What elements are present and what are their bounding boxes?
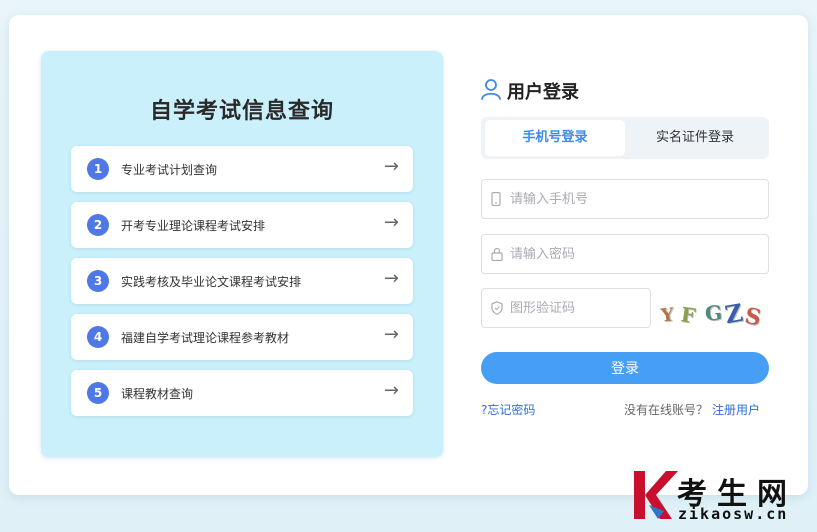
site-watermark: 考生网 zikaosw.cn bbox=[632, 467, 812, 527]
item-number-badge: 2 bbox=[87, 214, 109, 236]
login-title: 用户登录 bbox=[507, 82, 579, 103]
tab-phone-login[interactable]: 手机号登录 bbox=[485, 120, 625, 156]
captcha-glyph: Z bbox=[722, 297, 745, 330]
captcha-glyph: S bbox=[742, 302, 764, 332]
captcha-glyph: G bbox=[704, 300, 723, 326]
shield-icon bbox=[491, 301, 503, 315]
query-item-label: 课程教材查询 bbox=[121, 387, 194, 401]
password-input[interactable] bbox=[510, 235, 762, 273]
phone-field bbox=[481, 179, 769, 219]
query-item-label: 开考专业理论课程考试安排 bbox=[121, 219, 266, 233]
query-item-label: 实践考核及毕业论文课程考试安排 bbox=[121, 275, 302, 289]
watermark-url: zikaosw.cn bbox=[678, 505, 789, 523]
query-item-practice-thesis[interactable]: 3 实践考核及毕业论文课程考试安排 → bbox=[71, 258, 413, 304]
password-field bbox=[481, 234, 769, 274]
captcha-image[interactable]: YFGZS bbox=[657, 295, 769, 335]
query-panel-title: 自学考试信息查询 bbox=[149, 99, 334, 124]
tab-idcard-login[interactable]: 实名证件登录 bbox=[625, 120, 765, 156]
item-number-badge: 1 bbox=[87, 158, 109, 180]
arrow-right-icon: → bbox=[383, 156, 399, 177]
arrow-right-icon: → bbox=[383, 268, 399, 289]
query-item-course-materials[interactable]: 5 课程教材查询 → bbox=[71, 370, 413, 416]
register-hint: 没有在线账号？ bbox=[623, 403, 708, 417]
phone-icon bbox=[491, 192, 501, 206]
register-link[interactable]: 注册用户 bbox=[712, 403, 760, 417]
register-row: 没有在线账号？ 注册用户 bbox=[624, 401, 760, 418]
login-button[interactable]: 登录 bbox=[481, 352, 769, 384]
item-number-badge: 3 bbox=[87, 270, 109, 292]
query-item-label: 专业考试计划查询 bbox=[121, 163, 218, 177]
user-icon bbox=[481, 79, 501, 100]
phone-input[interactable] bbox=[510, 180, 762, 218]
main-card: 自学考试信息查询 1 专业考试计划查询 → 2 开考专业理论课程考试安排 → 3… bbox=[9, 15, 808, 495]
query-item-exam-plan[interactable]: 1 专业考试计划查询 → bbox=[71, 146, 413, 192]
arrow-right-icon: → bbox=[383, 212, 399, 233]
captcha-field bbox=[481, 288, 651, 328]
captcha-glyph: Y bbox=[659, 304, 675, 327]
captcha-glyph: F bbox=[679, 302, 697, 328]
arrow-right-icon: → bbox=[383, 324, 399, 345]
item-number-badge: 5 bbox=[87, 382, 109, 404]
forgot-password-link[interactable]: ?忘记密码 bbox=[481, 401, 535, 418]
query-item-label: 福建自学考试理论课程参考教材 bbox=[121, 331, 290, 345]
item-number-badge: 4 bbox=[87, 326, 109, 348]
query-panel: 自学考试信息查询 1 专业考试计划查询 → 2 开考专业理论课程考试安排 → 3… bbox=[41, 51, 443, 457]
lock-icon bbox=[491, 247, 503, 261]
query-item-theory-schedule[interactable]: 2 开考专业理论课程考试安排 → bbox=[71, 202, 413, 248]
arrow-right-icon: → bbox=[383, 380, 399, 401]
k-logo-icon bbox=[634, 471, 678, 519]
login-tabs: 手机号登录 实名证件登录 bbox=[481, 117, 769, 159]
query-item-textbooks[interactable]: 4 福建自学考试理论课程参考教材 → bbox=[71, 314, 413, 360]
captcha-input[interactable] bbox=[510, 289, 644, 327]
